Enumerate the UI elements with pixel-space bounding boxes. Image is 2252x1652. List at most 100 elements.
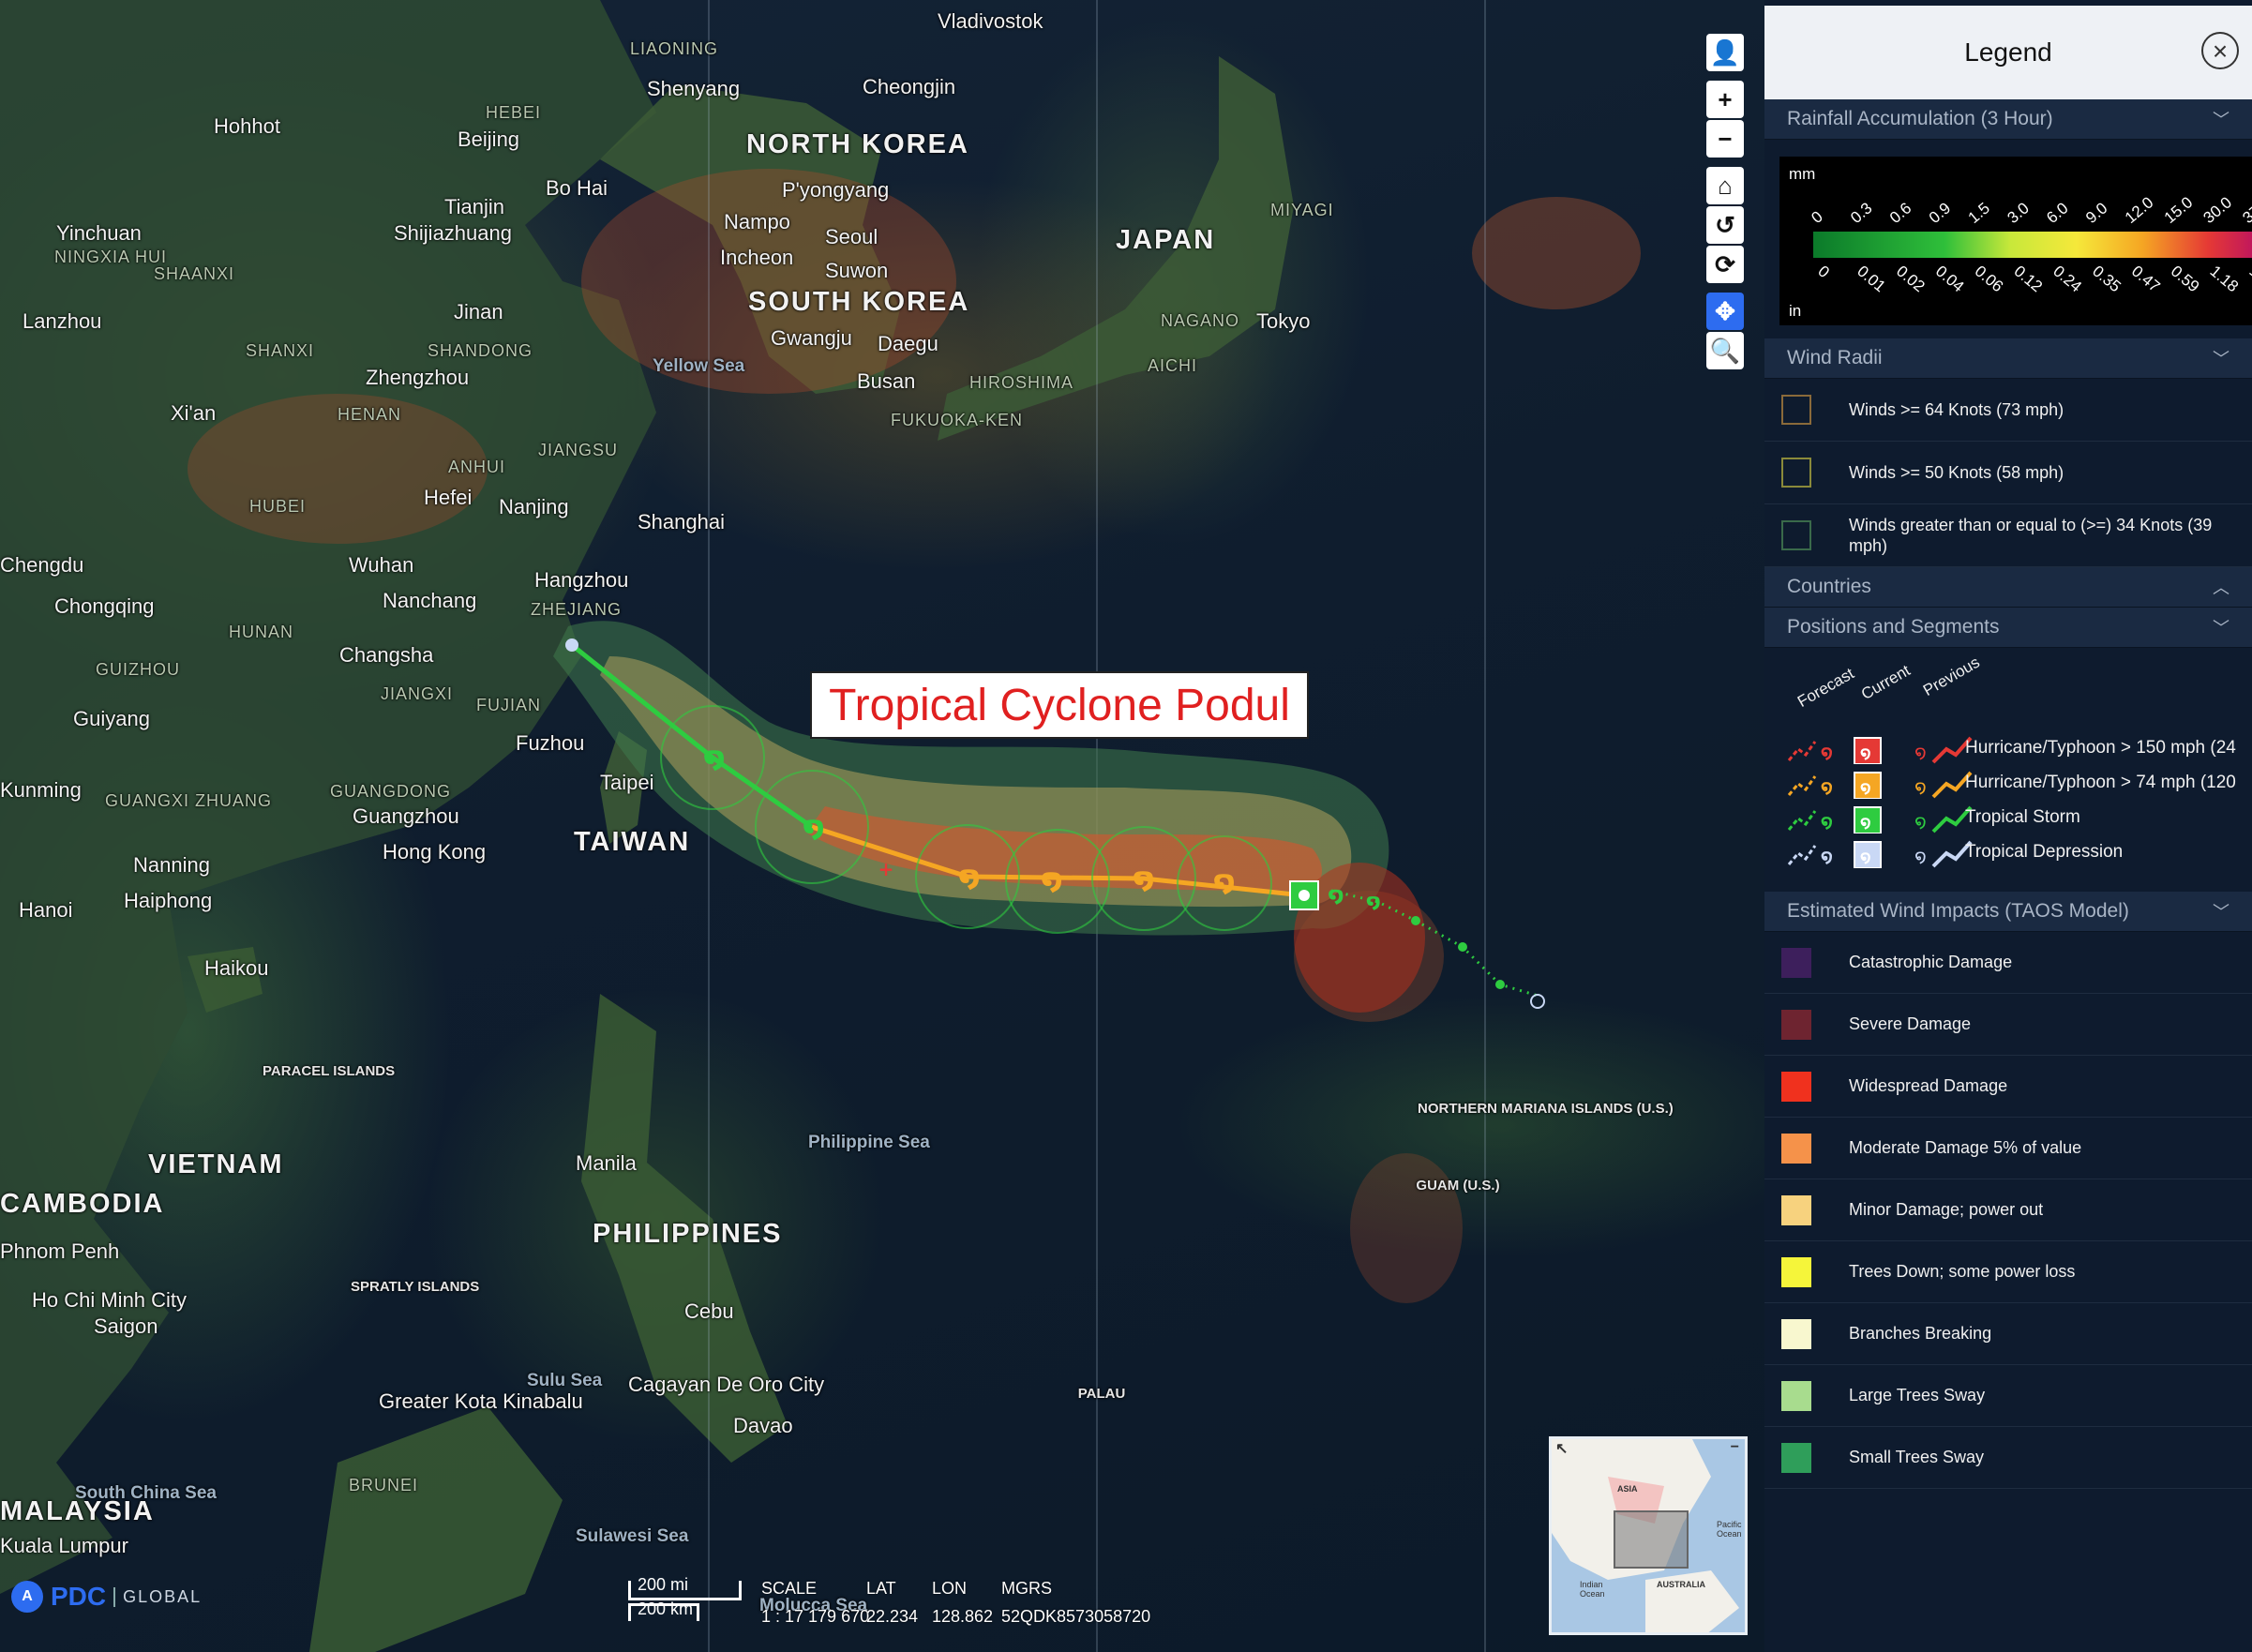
- zoom-box-button[interactable]: 🔍: [1706, 332, 1744, 369]
- zoom-in-icon: +: [1718, 84, 1733, 113]
- overview-australia: AUSTRALIA: [1657, 1580, 1705, 1589]
- map-view[interactable]: ໑ ໑ ໑ ໑ ໑ ໑ ໑ ໑ + Vladivostok LIAONING She…: [0, 0, 1764, 1652]
- overview-collapse-icon[interactable]: −: [1731, 1439, 1739, 1456]
- svg-text:໑: ໑: [1821, 777, 1833, 798]
- wind-radii-row: Winds >= 64 Knots (73 mph): [1764, 379, 2252, 442]
- section-countries-label: Countries: [1787, 576, 1871, 597]
- pan-button[interactable]: ✥: [1706, 293, 1744, 330]
- pdc-sub: GLOBAL: [113, 1586, 202, 1607]
- chevron-down-icon: ﹀: [2213, 111, 2229, 129]
- wind-radii-label: Winds greater than or equal to (>=) 34 K…: [1849, 516, 2213, 555]
- place-label: Chongqing: [54, 594, 155, 618]
- svg-text:໑: ໑: [1329, 884, 1344, 908]
- place-label: HUNAN: [229, 623, 294, 641]
- place-label: JIANGSU: [538, 441, 619, 459]
- impact-label: Small Trees Sway: [1849, 1448, 1985, 1466]
- storm-title-label: Tropical Cyclone Podul: [810, 671, 1309, 739]
- rotate-button[interactable]: ↺: [1706, 206, 1744, 244]
- wind-radii-row: Winds >= 50 Knots (58 mph): [1764, 442, 2252, 504]
- section-wind-radii[interactable]: Wind Radii ﹀: [1764, 338, 2252, 379]
- place-label: Nanchang: [383, 589, 477, 612]
- svg-text:໑: ໑: [1213, 865, 1235, 898]
- impact-swatch: [1781, 1318, 1811, 1349]
- svg-text:໑: ໑: [1860, 848, 1871, 866]
- zoom-in-button[interactable]: +: [1706, 81, 1744, 118]
- place-label: JIANGXI: [381, 684, 454, 703]
- overview-expand-icon[interactable]: ↖: [1555, 1439, 1568, 1458]
- wind-radii-label: Winds >= 50 Knots (58 mph): [1849, 463, 2064, 482]
- home-button[interactable]: ⌂: [1706, 167, 1744, 204]
- scale-km: 200 km: [638, 1599, 694, 1618]
- place-label: Kunming: [0, 778, 82, 802]
- person-button[interactable]: 👤: [1706, 34, 1744, 71]
- place-label: Changsha: [339, 643, 434, 667]
- impact-label: Catastrophic Damage: [1849, 953, 2013, 971]
- pdc-logo[interactable]: A PDC GLOBAL: [11, 1581, 202, 1613]
- lat-label: LAT: [866, 1579, 896, 1598]
- place-label: NAGANO: [1161, 311, 1240, 330]
- col-previous: Previous: [1920, 653, 1983, 700]
- col-forecast: Forecast: [1794, 664, 1857, 712]
- place-label: MIYAGI: [1270, 201, 1334, 219]
- overview-map[interactable]: ASIA Pacific Ocean Indian Ocean AUSTRALI…: [1549, 1436, 1748, 1635]
- home-icon: ⌂: [1718, 171, 1733, 200]
- section-countries[interactable]: Countries ︿: [1764, 567, 2252, 608]
- impact-row: Minor Damage; power out: [1764, 1179, 2252, 1241]
- place-label: GUANGXI ZHUANG: [105, 791, 273, 810]
- svg-text:໑: ໑: [1821, 743, 1833, 763]
- place-label: Phnom Penh: [0, 1239, 120, 1263]
- place-label: Ho Chi Minh City: [32, 1288, 188, 1312]
- place-label: Hangzhou: [534, 568, 629, 592]
- wind-radii-swatch: [1781, 520, 1811, 550]
- place-label: SOUTH KOREA: [748, 287, 970, 317]
- overview-indian: Indian Ocean: [1580, 1580, 1605, 1599]
- place-label: Seoul: [825, 225, 878, 248]
- zoom-out-button[interactable]: −: [1706, 120, 1744, 158]
- section-rainfall[interactable]: Rainfall Accumulation (3 Hour) ﹀: [1764, 99, 2252, 140]
- place-label: Davao: [733, 1414, 793, 1437]
- svg-text:໑: ໑: [703, 742, 725, 774]
- place-label: Wuhan: [349, 553, 414, 577]
- place-label: FUJIAN: [476, 696, 541, 714]
- rotate-icon: ↺: [1715, 210, 1735, 239]
- place-label: NORTH KOREA: [746, 129, 969, 159]
- chevron-down-icon: ﹀: [2213, 619, 2229, 638]
- place-label: SHANXI: [246, 341, 315, 360]
- overview-extent-box[interactable]: [1614, 1510, 1689, 1569]
- zoom-box-icon: 🔍: [1709, 336, 1741, 365]
- impact-row: Severe Damage: [1764, 994, 2252, 1056]
- place-label: Zhengzhou: [366, 366, 470, 389]
- section-impacts[interactable]: Estimated Wind Impacts (TAOS Model) ﹀: [1764, 892, 2252, 932]
- svg-text:໑: ໑: [1366, 890, 1380, 912]
- place-label: Chengdu: [0, 553, 84, 577]
- legend-header: Legend ×: [1764, 0, 2252, 99]
- refresh-button[interactable]: ⟳: [1706, 246, 1744, 283]
- place-label: Nanjing: [499, 495, 569, 518]
- position-symbols: ໑ ໑ ໑: [1787, 736, 1984, 765]
- rainfall-scale: mm in 0 0.3 0.6 0.9 1.5 3.0 6.0 9.0 12.0 15.0 30.0…: [1764, 140, 2252, 338]
- svg-text:໑: ໑: [1914, 777, 1927, 798]
- impact-swatch: [1781, 1194, 1811, 1225]
- person-icon: 👤: [1709, 38, 1741, 67]
- lat-value: 22.234: [866, 1607, 919, 1626]
- chevron-down-icon: ﹀: [2213, 350, 2229, 368]
- impact-label: Trees Down; some power loss: [1849, 1262, 2076, 1281]
- close-icon[interactable]: ×: [2201, 32, 2239, 69]
- place-label: ANHUI: [448, 458, 506, 476]
- place-label: ZHEJIANG: [531, 600, 623, 619]
- svg-text:໑: ໑: [1860, 743, 1871, 762]
- lon-value: 128.862: [932, 1607, 994, 1626]
- chevron-down-icon: ﹀: [2213, 903, 2229, 922]
- svg-text:໑: ໑: [1914, 847, 1927, 867]
- section-positions[interactable]: Positions and Segments ﹀: [1764, 608, 2252, 648]
- position-symbols: ໑ ໑ ໑: [1787, 805, 1984, 834]
- place-label: Suwon: [825, 259, 889, 282]
- svg-text:໑: ໑: [803, 811, 824, 844]
- borneo-landmass: [309, 1406, 563, 1652]
- place-label: Hefei: [424, 486, 473, 509]
- rainfall-scale-graphic: mm in 0 0.3 0.6 0.9 1.5 3.0 6.0 9.0 12.0 15.0 30.0…: [1779, 157, 2252, 325]
- place-label: Greater Kota Kinabalu: [379, 1389, 583, 1413]
- place-label: CAMBODIA: [0, 1189, 165, 1219]
- map-toolbar: 👤 + − ⌂ ↺ ⟳ ✥ 🔍: [1706, 34, 1748, 371]
- place-label: Nanning: [133, 853, 210, 877]
